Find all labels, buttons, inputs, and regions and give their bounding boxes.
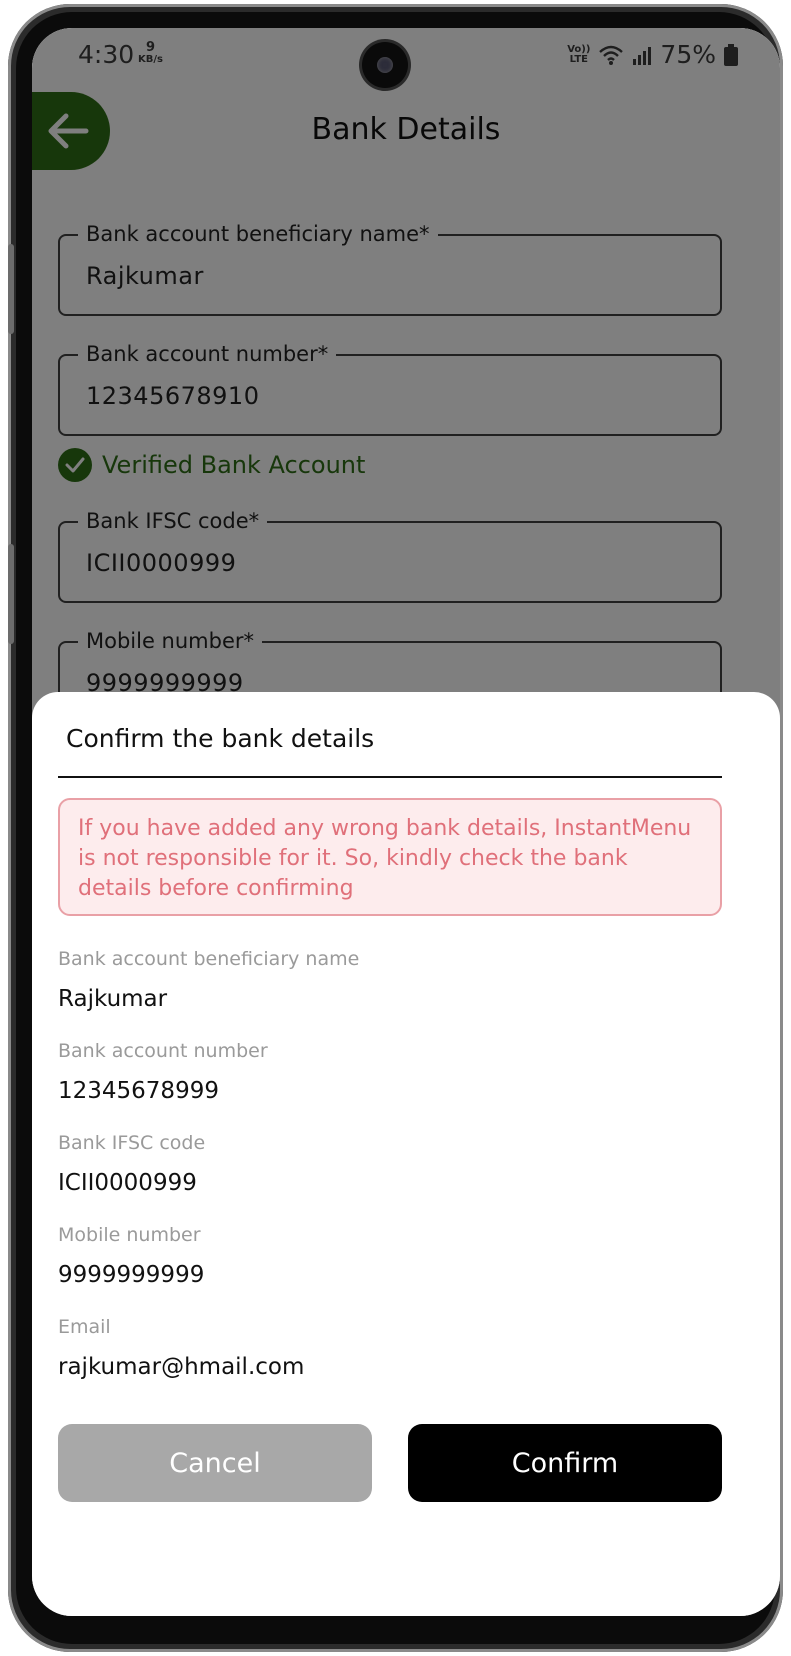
detail-value: 12345678999: [58, 1078, 219, 1104]
detail-label: Mobile number: [58, 1224, 201, 1246]
volume-button: [8, 244, 14, 334]
detail-label: Bank account number: [58, 1040, 268, 1062]
front-camera: [362, 42, 408, 88]
warning-banner: If you have added any wrong bank details…: [58, 798, 722, 916]
confirm-bottom-sheet: Confirm the bank details If you have add…: [32, 692, 780, 1616]
detail-value: ICII0000999: [58, 1170, 197, 1196]
detail-value: rajkumar@hmail.com: [58, 1354, 305, 1380]
screen: 4:30 9 KB/s Vo)) LTE: [32, 28, 780, 1616]
divider: [58, 776, 722, 778]
detail-label: Bank account beneficiary name: [58, 948, 360, 970]
cancel-button[interactable]: Cancel: [58, 1424, 372, 1502]
detail-value: Rajkumar: [58, 986, 168, 1012]
sheet-title: Confirm the bank details: [66, 724, 375, 753]
detail-label: Email: [58, 1316, 111, 1338]
confirm-button[interactable]: Confirm: [408, 1424, 722, 1502]
detail-value: 9999999999: [58, 1262, 205, 1288]
phone-frame: 4:30 9 KB/s Vo)) LTE: [8, 4, 783, 1652]
detail-label: Bank IFSC code: [58, 1132, 206, 1154]
power-button: [8, 544, 14, 644]
